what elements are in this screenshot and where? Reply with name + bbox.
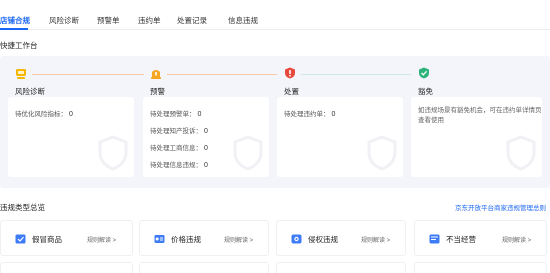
violation-name: 价格违规 xyxy=(171,235,201,244)
violation-name: 假冒商品 xyxy=(32,235,62,244)
violation-card-infringement[interactable]: 侵权违规 规则解读 > xyxy=(276,220,406,256)
tab-breach-orders[interactable]: 违约单 xyxy=(138,15,161,26)
row-label: 待处理信息违规： xyxy=(150,162,202,169)
watermark-shield-icon xyxy=(233,135,263,171)
violation-card-partial[interactable] xyxy=(276,262,406,273)
violation-card-improper-operation[interactable]: 不当经营 规则解读 > xyxy=(414,220,547,256)
violation-name: 不当经营 xyxy=(446,235,476,244)
stage-title-risk-diagnosis: 风险诊断 xyxy=(15,87,45,96)
workbench-title: 快捷工作台 xyxy=(0,41,38,50)
watermark-shield-icon xyxy=(367,135,397,171)
row-label: 待处理违约单： xyxy=(284,111,330,118)
info-violation-row[interactable]: 待处理信息违规： 0 xyxy=(150,159,208,169)
row-label: 待优化风险指标： xyxy=(15,111,67,118)
violation-name: 侵权违规 xyxy=(308,235,338,244)
business-info-row[interactable]: 待处理工商信息： 0 xyxy=(150,142,208,152)
violation-card-price[interactable]: 价格违规 规则解读 > xyxy=(139,220,269,256)
exemption-description: 如违规场景有豁免机会，可在违约单详情页查看使用 xyxy=(418,107,542,124)
row-label: 待处理知产投诉： xyxy=(150,128,202,135)
breach-order-row[interactable]: 待处理违约单： 0 xyxy=(284,108,335,118)
warning-order-row[interactable]: 待处理预警单： 0 xyxy=(150,108,201,118)
violation-card-partial[interactable] xyxy=(139,262,269,273)
infringement-icon xyxy=(291,234,302,244)
stage-title-exemption: 豁免 xyxy=(418,87,433,96)
row-label: 待处理预警单： xyxy=(150,111,196,118)
rule-interpretation-link[interactable]: 规则解读 > xyxy=(224,235,253,244)
violation-types-title: 违规类型总览 xyxy=(0,203,45,212)
tab-disposal-records[interactable]: 处置记录 xyxy=(177,15,207,26)
row-value[interactable]: 0 xyxy=(204,128,208,135)
watermark-shield-icon xyxy=(506,135,536,171)
rule-interpretation-link[interactable]: 规则解读 > xyxy=(502,235,531,244)
active-tab-indicator xyxy=(0,28,28,30)
violation-card-counterfeit[interactable]: 假冒商品 规则解读 > xyxy=(0,220,133,256)
stage-connector xyxy=(32,74,144,75)
risk-diagnosis-icon xyxy=(16,69,26,79)
stage-connector xyxy=(167,74,277,75)
merchant-violation-rules-link[interactable]: 京东开放平台商家违规管理总则 xyxy=(455,202,546,212)
tab-risk-diagnosis[interactable]: 风险诊断 xyxy=(49,15,79,26)
watermark-shield-icon xyxy=(98,135,128,171)
disposal-shield-icon xyxy=(285,67,295,79)
tab-warning-orders[interactable]: 预警单 xyxy=(97,15,120,26)
stage-title-disposal: 处置 xyxy=(284,87,299,96)
improper-operation-icon xyxy=(429,234,440,244)
price-violation-icon xyxy=(154,235,165,243)
stage-title-warning: 预警 xyxy=(150,87,165,96)
counterfeit-icon xyxy=(15,234,26,244)
exemption-shield-icon xyxy=(419,67,429,79)
row-label: 待处理工商信息： xyxy=(150,145,202,152)
violation-card-partial[interactable] xyxy=(414,262,547,273)
row-value[interactable]: 0 xyxy=(69,111,73,118)
rule-interpretation-link[interactable]: 规则解读 > xyxy=(87,235,116,244)
row-value[interactable]: 0 xyxy=(204,162,208,169)
warning-icon xyxy=(151,70,161,79)
risk-indicator-row[interactable]: 待优化风险指标： 0 xyxy=(15,108,73,118)
stage-connector xyxy=(301,74,411,75)
row-value[interactable]: 0 xyxy=(332,111,336,118)
violation-card-partial[interactable] xyxy=(0,262,133,273)
ip-complaint-row[interactable]: 待处理知产投诉： 0 xyxy=(150,125,208,135)
rule-interpretation-link[interactable]: 规则解读 > xyxy=(361,235,390,244)
tab-store-compliance[interactable]: 店铺合规 xyxy=(0,15,30,26)
tab-info-violations[interactable]: 信息违规 xyxy=(228,15,258,26)
top-tab-bar: 店铺合规 风险诊断 预警单 违约单 处置记录 信息违规 xyxy=(0,0,550,30)
row-value[interactable]: 0 xyxy=(204,145,208,152)
row-value[interactable]: 0 xyxy=(198,111,202,118)
